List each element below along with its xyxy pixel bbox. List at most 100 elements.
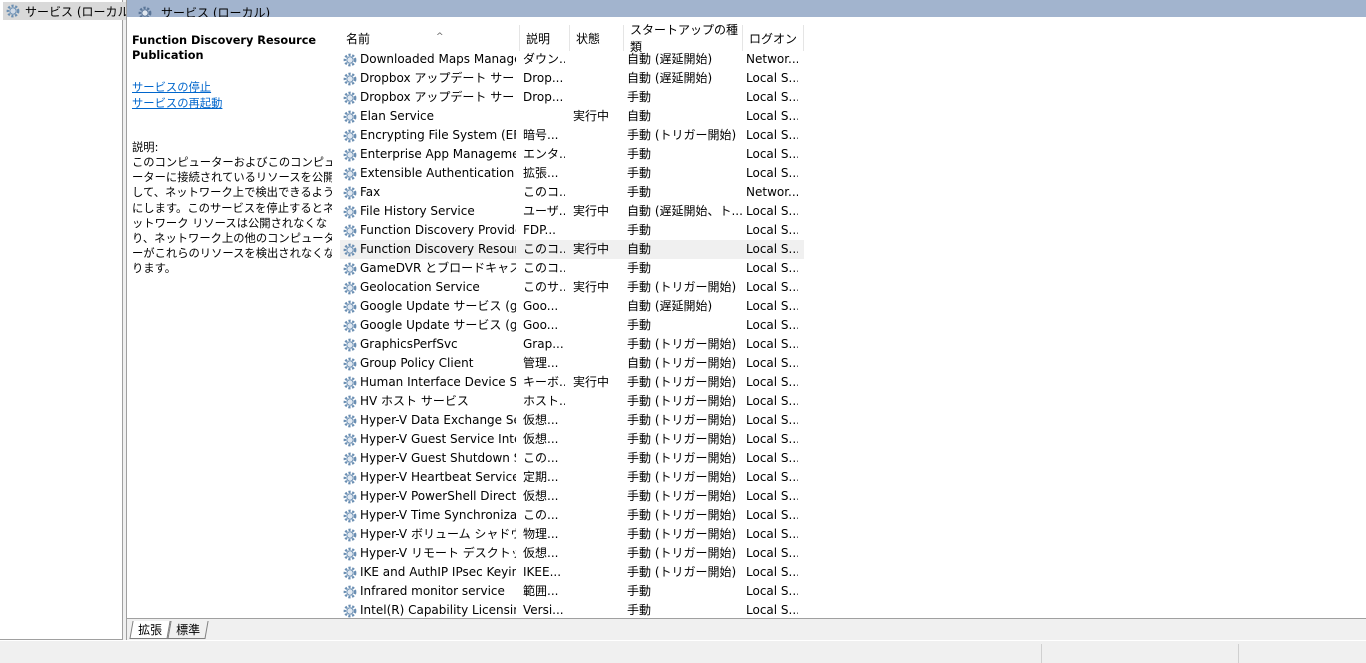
restart-service-link[interactable]: サービスの再起動 bbox=[132, 96, 337, 111]
column-header-startup-type[interactable]: スタートアップの種類 bbox=[624, 23, 743, 54]
service-row[interactable]: Function Discovery Resourc... このコ... 実行中 自動… bbox=[340, 240, 804, 259]
service-logon: Local S... bbox=[746, 603, 798, 617]
service-status bbox=[573, 50, 623, 69]
service-row[interactable]: Hyper-V Time Synchronizati... この... 手動 (トリ… bbox=[340, 506, 804, 525]
service-gear-icon bbox=[343, 414, 357, 428]
service-status bbox=[573, 164, 623, 183]
service-gear-icon bbox=[343, 110, 357, 124]
service-description: 物理... bbox=[523, 527, 559, 541]
service-description: Versi... bbox=[523, 603, 564, 617]
service-name: Infrared monitor service bbox=[360, 584, 505, 598]
service-row[interactable]: Elan Service 実行中 自動 Local S... bbox=[340, 107, 804, 126]
service-gear-icon bbox=[343, 528, 357, 542]
column-header-label: ログオン bbox=[749, 31, 798, 46]
service-row[interactable]: GameDVR とブロードキャスト ユ... このコ... 手動 Local S... bbox=[340, 259, 804, 278]
action-links: サービスの停止 サービスの再起動 bbox=[132, 80, 337, 110]
service-row[interactable]: Hyper-V Guest Shutdown S... この... 手動 (トリガー… bbox=[340, 449, 804, 468]
services-list[interactable]: 名前 ^ 説明 状態 スタートアップの種類 ログオン Downloaded Ma… bbox=[332, 17, 1351, 618]
tree-item-services-local[interactable]: サービス (ローカル) bbox=[3, 2, 138, 20]
service-startup-type: 手動 bbox=[627, 584, 652, 598]
service-status bbox=[573, 145, 623, 164]
service-row[interactable]: Fax このコ... 手動 Networ... bbox=[340, 183, 804, 202]
service-description: ダウン... bbox=[523, 52, 565, 66]
service-description: ユーザ... bbox=[523, 204, 565, 218]
service-logon: Local S... bbox=[746, 299, 798, 313]
service-description: キーボ... bbox=[523, 375, 565, 389]
service-logon: Local S... bbox=[746, 90, 798, 104]
service-description: IKEE... bbox=[523, 565, 562, 579]
service-gear-icon bbox=[343, 205, 357, 219]
service-row[interactable]: Extensible Authentication P... 拡張... 手動 Loc… bbox=[340, 164, 804, 183]
service-row[interactable]: Dropbox アップデート サービス (... Drop... 自動 (遅延開始)… bbox=[340, 69, 804, 88]
gear-icon bbox=[6, 4, 20, 18]
service-row[interactable]: Encrypting File System (EFS) 暗号... 手動 (トリガ… bbox=[340, 126, 804, 145]
service-startup-type: 自動 (遅延開始) bbox=[627, 52, 713, 66]
service-row[interactable]: Function Discovery Provider... FDP... 手動 Lo… bbox=[340, 221, 804, 240]
service-logon: Local S... bbox=[746, 394, 798, 408]
service-name: Elan Service bbox=[360, 109, 435, 123]
service-row[interactable]: Hyper-V ボリューム シャドウ コピ... 物理... 手動 (トリガー開始)… bbox=[340, 525, 804, 544]
service-row[interactable]: Downloaded Maps Manager ダウン... 自動 (遅延開始) Ne… bbox=[340, 50, 804, 69]
service-row[interactable]: Hyper-V Data Exchange Ser... 仮想... 手動 (トリガ… bbox=[340, 411, 804, 430]
service-status bbox=[573, 316, 623, 335]
service-logon: Local S... bbox=[746, 470, 798, 484]
service-row[interactable]: GraphicsPerfSvc Grap... 手動 (トリガー開始) Local S… bbox=[340, 335, 804, 354]
service-row[interactable]: Enterprise App Managemen... エンタ... 手動 Local… bbox=[340, 145, 804, 164]
column-header-status[interactable]: 状態 bbox=[570, 25, 624, 51]
service-logon: Local S... bbox=[746, 489, 798, 503]
service-gear-icon bbox=[343, 490, 357, 504]
service-logon: Local S... bbox=[746, 242, 798, 256]
column-header-label: 状態 bbox=[576, 31, 601, 46]
service-status: 実行中 bbox=[573, 280, 610, 294]
column-header-logon[interactable]: ログオン bbox=[743, 25, 804, 51]
service-description: 範囲... bbox=[523, 584, 559, 598]
service-gear-icon bbox=[343, 319, 357, 333]
service-logon: Local S... bbox=[746, 432, 798, 446]
description-label: 説明: bbox=[132, 140, 159, 154]
service-row[interactable]: Hyper-V Heartbeat Service 定期... 手動 (トリガー開始… bbox=[340, 468, 804, 487]
service-status bbox=[573, 487, 623, 506]
service-row[interactable]: Google Update サービス (gup... Goo... 自動 (遅延開始… bbox=[340, 297, 804, 316]
service-row[interactable]: Hyper-V PowerShell Direct S... 仮想... 手動 (ト… bbox=[340, 487, 804, 506]
column-header-name[interactable]: 名前 ^ bbox=[340, 25, 520, 51]
tab-label: 標準 bbox=[176, 623, 201, 637]
service-gear-icon bbox=[343, 433, 357, 447]
service-name: Group Policy Client bbox=[360, 356, 474, 370]
service-gear-icon bbox=[343, 338, 357, 352]
service-status bbox=[573, 88, 623, 107]
service-row[interactable]: HV ホスト サービス ホスト... 手動 (トリガー開始) Local S... bbox=[340, 392, 804, 411]
service-gear-icon bbox=[343, 148, 357, 162]
service-logon: Local S... bbox=[746, 280, 798, 294]
service-description: このサ... bbox=[523, 280, 565, 294]
service-name: Extensible Authentication P... bbox=[360, 166, 516, 180]
service-row[interactable]: Dropbox アップデート サービス (... Drop... 手動 Local S… bbox=[340, 88, 804, 107]
service-row[interactable]: Infrared monitor service 範囲... 手動 Local S..… bbox=[340, 582, 804, 601]
stop-service-link[interactable]: サービスの停止 bbox=[132, 80, 337, 95]
service-status: 実行中 bbox=[573, 204, 610, 218]
service-row[interactable]: IKE and AuthIP IPsec Keying... IKEE... 手動 … bbox=[340, 563, 804, 582]
service-title: Function Discovery Resource Publication bbox=[132, 34, 317, 63]
tab-extended[interactable]: 拡張 bbox=[129, 621, 171, 639]
service-row[interactable]: Intel(R) Capability Licensing... Versi...… bbox=[340, 601, 804, 618]
service-logon: Local S... bbox=[746, 223, 798, 237]
service-logon: Local S... bbox=[746, 128, 798, 142]
service-row[interactable]: File History Service ユーザ... 実行中 自動 (遅延開始、ト.… bbox=[340, 202, 804, 221]
column-header-description[interactable]: 説明 bbox=[520, 25, 570, 51]
service-row[interactable]: Google Update サービス (gup... Goo... 手動 Local … bbox=[340, 316, 804, 335]
service-row[interactable]: Group Policy Client 管理... 自動 (トリガー開始) Local… bbox=[340, 354, 804, 373]
service-description: エンタ... bbox=[523, 147, 565, 161]
status-divider bbox=[1041, 644, 1042, 663]
service-row[interactable]: Human Interface Device Ser... キーボ... 実行中 手動… bbox=[340, 373, 804, 392]
service-row[interactable]: Geolocation Service このサ... 実行中 手動 (トリガー開始) L… bbox=[340, 278, 804, 297]
service-name: Hyper-V Time Synchronizati... bbox=[360, 508, 516, 522]
service-name: Function Discovery Provider... bbox=[360, 223, 516, 237]
service-startup-type: 自動 bbox=[627, 109, 652, 123]
service-row[interactable]: Hyper-V リモート デスクトップ仮... 仮想... 手動 (トリガー開始) L… bbox=[340, 544, 804, 563]
tab-standard[interactable]: 標準 bbox=[167, 621, 209, 639]
service-gear-icon bbox=[343, 243, 357, 257]
service-gear-icon bbox=[343, 262, 357, 276]
service-status bbox=[573, 601, 623, 618]
service-description: FDP... bbox=[523, 223, 556, 237]
view-tabs: 拡張 標準 bbox=[127, 618, 1366, 640]
service-row[interactable]: Hyper-V Guest Service Interf 仮想... 手動 (トリガ… bbox=[340, 430, 804, 449]
